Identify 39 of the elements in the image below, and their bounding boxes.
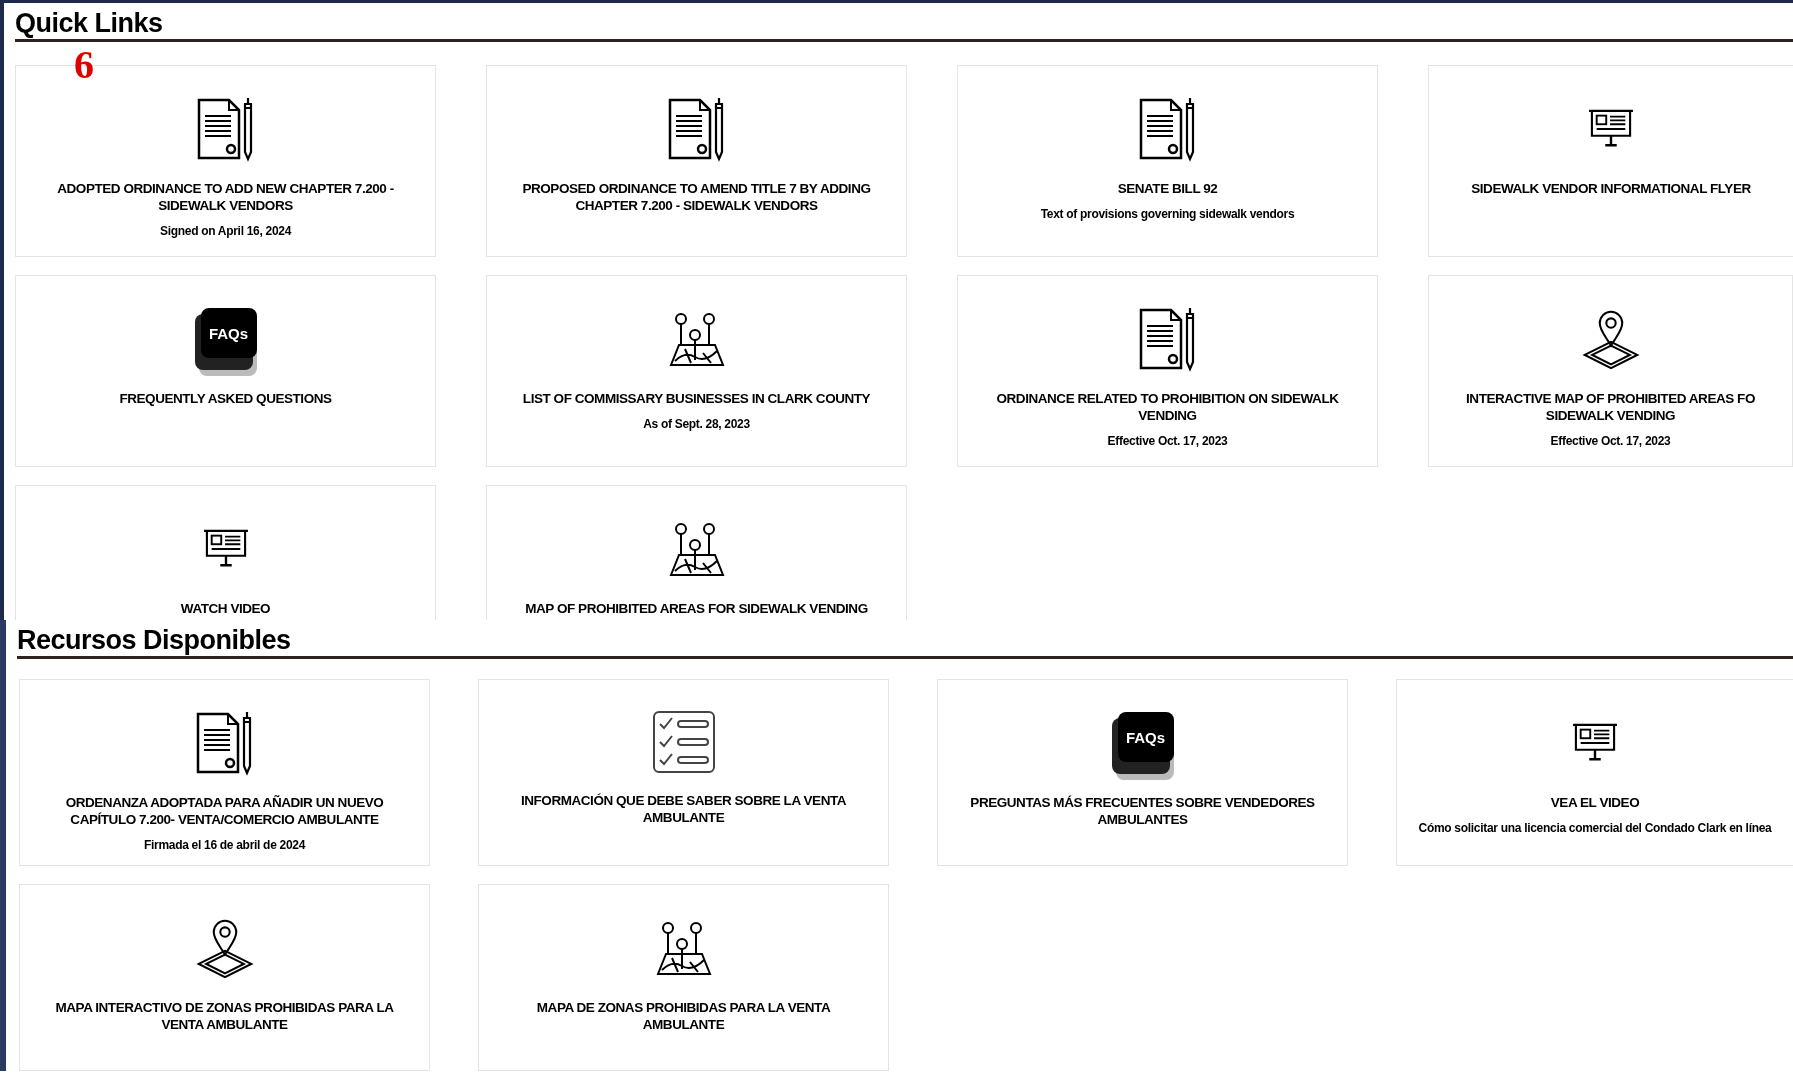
card-title: LIST OF COMMISSARY BUSINESSES IN CLARK COUNTY — [522, 390, 871, 407]
card-title: SIDEWALK VENDOR INFORMATIONAL FLYER — [1471, 180, 1751, 197]
card-title: ORDENANZA ADOPTADA PARA AÑADIR UN NUEVO CAPÍTULO 7.200- VENTA/COMERCIO AMBULANTE — [64, 794, 385, 828]
card-title: INFORMACIÓN QUE DEBE SABER SOBRE LA VENTA AMBULANTE — [519, 792, 848, 826]
section-heading: Quick Links — [15, 7, 164, 39]
card-title: ORDINANCE RELATED TO PROHIBITION ON SIDEWALK VENDING — [995, 390, 1340, 424]
link-card[interactable]: SIDEWALK VENDOR INFORMATIONAL FLYER — [1428, 65, 1793, 257]
link-card[interactable]: INFORMACIÓN QUE DEBE SABER SOBRE LA VENTA AMBULANTE — [478, 679, 889, 866]
card-title: WATCH VIDEO — [180, 600, 271, 617]
link-card[interactable]: SENATE BILL 92 Text of provisions governing sidewalk vendors — [957, 65, 1378, 257]
link-card[interactable]: ORDENANZA ADOPTADA PARA AÑADIR UN NUEVO CAPÍTULO 7.200- VENTA/COMERCIO AMBULANTE Firmada el 16 de abril de 2024 — [19, 679, 430, 866]
section-heading: Recursos Disponibles — [17, 624, 292, 656]
card-subtitle: Effective Oct. 17, 2023 — [1550, 434, 1671, 448]
card-title: INTERACTIVE MAP OF PROHIBITED AREAS FO SIDEWALK VENDING — [1465, 390, 1756, 424]
card-title: VEA EL VIDEO — [1550, 794, 1640, 811]
link-card[interactable]: MAPA DE ZONAS PROHIBIDAS PARA LA VENTA AMBULANTE — [478, 884, 889, 1071]
link-card[interactable]: ORDINANCE RELATED TO PROHIBITION ON SIDEWALK VENDING Effective Oct. 17, 2023 — [957, 275, 1378, 467]
link-card[interactable]: FAQs FREQUENTLY ASKED QUESTIONS — [15, 275, 436, 467]
link-card[interactable]: LIST OF COMMISSARY BUSINESSES IN CLARK COUNTY As of Sept. 28, 2023 — [486, 275, 907, 467]
card-title: PROPOSED ORDINANCE TO AMEND TITLE 7 BY ADDING CHAPTER 7.200 - SIDEWALK VENDORS — [521, 180, 872, 214]
card-subtitle: Signed on April 16, 2024 — [159, 224, 292, 238]
card-subtitle: Firmada el 16 de abril de 2024 — [143, 838, 306, 852]
checklist-icon — [651, 710, 716, 774]
card-subtitle: Effective Oct. 17, 2023 — [1107, 434, 1228, 448]
card-title: FREQUENTLY ASKED QUESTIONS — [119, 390, 332, 407]
link-card[interactable]: PROPOSED ORDINANCE TO AMEND TITLE 7 BY ADDING CHAPTER 7.200 - SIDEWALK VENDORS — [486, 65, 907, 257]
card-title: ADOPTED ORDINANCE TO ADD NEW CHAPTER 7.200 - SIDEWALK VENDORS — [56, 180, 395, 214]
link-card[interactable]: INTERACTIVE MAP OF PROHIBITED AREAS FO SIDEWALK VENDING Effective Oct. 17, 2023 — [1428, 275, 1793, 467]
card-title: PREGUNTAS MÁS FRECUENTES SOBRE VENDEDORES AMBULANTES — [969, 794, 1316, 828]
card-title: MAPA DE ZONAS PROHIBIDAS PARA LA VENTA AMBULANTE — [535, 999, 832, 1033]
card-title: MAPA INTERACTIVO DE ZONAS PROHIBIDAS PARA LA VENTA AMBULANTE — [54, 999, 395, 1033]
card-title: SENATE BILL 92 — [1117, 180, 1218, 197]
link-card[interactable]: VEA EL VIDEO Cómo solicitar una licencia comercial del Condado Clark en línea — [1396, 679, 1793, 866]
card-subtitle: Text of provisions governing sidewalk vendors — [1040, 207, 1295, 221]
link-card[interactable]: FAQs PREGUNTAS MÁS FRECUENTES SOBRE VENDEDORES AMBULANTES — [937, 679, 1348, 866]
link-card[interactable]: MAPA INTERACTIVO DE ZONAS PROHIBIDAS PARA LA VENTA AMBULANTE — [19, 884, 430, 1071]
card-subtitle: Cómo solicitar una licencia comercial del Condado Clark en línea — [1418, 821, 1772, 835]
card-subtitle: As of Sept. 28, 2023 — [643, 417, 750, 431]
card-title: MAP OF PROHIBITED AREAS FOR SIDEWALK VENDING — [525, 600, 868, 617]
